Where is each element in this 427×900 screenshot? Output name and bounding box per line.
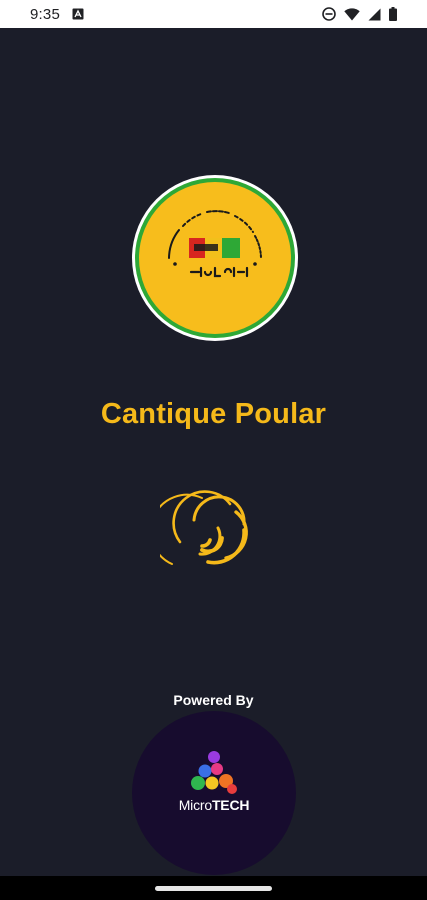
app-logo-badge <box>139 182 291 334</box>
app-logo <box>132 175 298 341</box>
battery-icon <box>389 7 397 21</box>
powered-by-label: Powered By <box>173 692 254 708</box>
do-not-disturb-icon <box>322 7 336 21</box>
sponsor-name-part2: TECH <box>211 797 250 813</box>
wifi-icon <box>344 7 360 21</box>
status-time: 9:35 <box>30 5 60 23</box>
app-notification-icon <box>72 8 84 20</box>
loading-spinner-icon <box>149 490 252 575</box>
sponsor-name-part1: Micro <box>178 797 212 813</box>
status-bar: 9:35 <box>0 0 427 28</box>
sponsor-logo: MicroTECH <box>132 711 296 875</box>
microtech-logo-icon <box>191 751 237 794</box>
home-gesture-handle[interactable] <box>155 886 272 891</box>
splash-screen: 9:35 Cantique Poular Powered By MicroTEC… <box>0 0 427 900</box>
sponsor-name: MicroTECH <box>132 797 296 813</box>
logo-emblem-graphic <box>168 210 262 278</box>
signal-icon <box>368 8 381 21</box>
app-logo-ring <box>135 178 295 338</box>
app-title: Cantique Poular <box>100 398 327 430</box>
